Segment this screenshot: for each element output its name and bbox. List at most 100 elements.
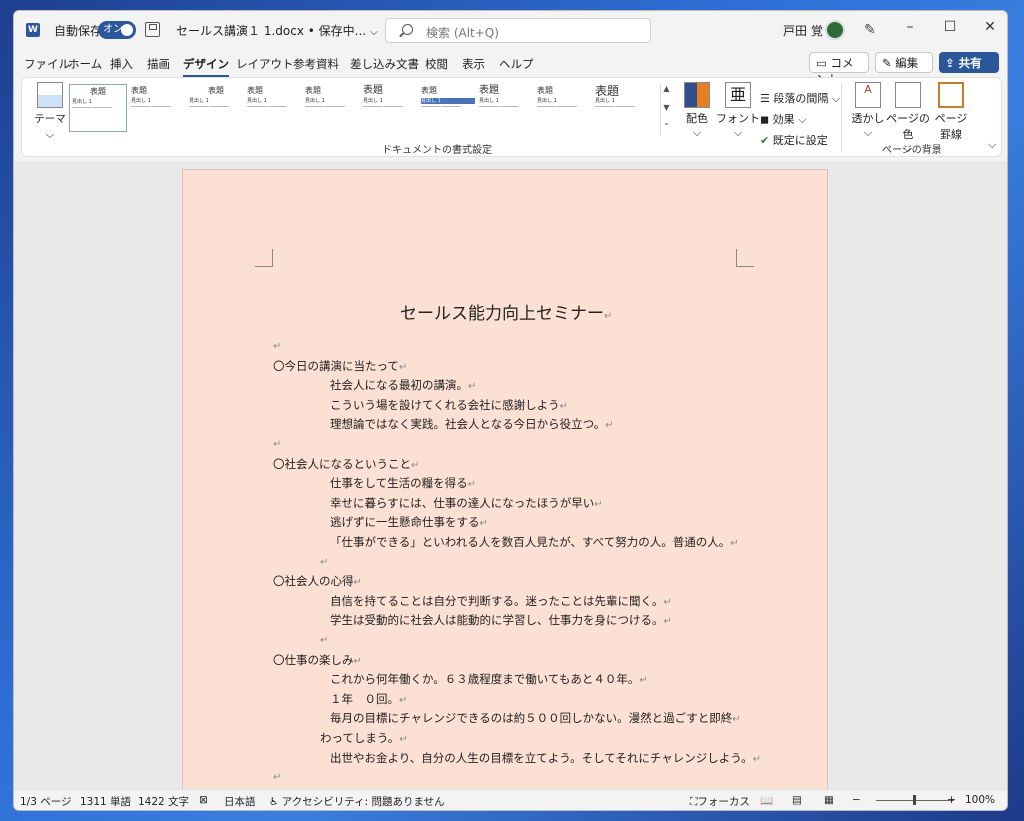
theme-button[interactable]: テーマ ⌵ bbox=[32, 82, 68, 142]
web-layout-icon[interactable]: ▦ bbox=[824, 794, 834, 806]
style-heading: 表題 bbox=[208, 86, 224, 95]
gallery-scroll[interactable]: ▲ ▼ ⌄ bbox=[660, 84, 672, 136]
autosave-toggle[interactable]: オン bbox=[98, 21, 136, 39]
document-line-text: 学生は受動的に社会人は能動的に学習し、仕事力を身につける。 bbox=[330, 613, 664, 627]
share-button[interactable]: ⇪ 共有 ⌵ bbox=[939, 52, 999, 85]
document-title[interactable]: セールス講演１ 1.docx • 保存中... ⌵ bbox=[176, 22, 378, 39]
maximize-button[interactable]: ☐ bbox=[939, 19, 961, 39]
scroll-up-icon[interactable]: ▲ bbox=[661, 84, 672, 93]
avatar[interactable] bbox=[825, 20, 845, 40]
word-count[interactable]: 1311 単語 bbox=[80, 794, 131, 809]
style-set-item[interactable]: 表題 見出し 1 ━━━━━━━━ ━━━━━━━━ bbox=[303, 84, 361, 132]
document-line-text: 出世やお金より、自分の人生の目標を立てよう。そしてそれにチャレンジしよう。 bbox=[330, 751, 753, 765]
close-button[interactable]: ✕ bbox=[979, 19, 1001, 39]
tab-draw[interactable]: 描画 bbox=[147, 56, 170, 72]
document-line-text: １年 ０回。 bbox=[330, 692, 399, 706]
effects-label: 効果 bbox=[772, 113, 795, 126]
edit-button[interactable]: ✎ 編集 ⌵ bbox=[875, 52, 933, 85]
style-heading: 表題 bbox=[421, 86, 437, 95]
search-icon bbox=[402, 24, 413, 35]
paragraph-mark: ↵ bbox=[639, 675, 648, 686]
effects-button[interactable]: ◼ 効果 ⌵ bbox=[760, 111, 806, 127]
paragraph-mark: ↵ bbox=[663, 616, 672, 627]
paragraph-mark: ↵ bbox=[604, 311, 613, 322]
style-heading: 表題 bbox=[305, 86, 321, 95]
collapse-ribbon-icon[interactable]: ⌵ bbox=[988, 138, 996, 152]
style-preview-lines: ━━━━━━━━ ━━━━━━━━ bbox=[72, 105, 112, 110]
chevron-down-icon: ⌵ bbox=[863, 126, 873, 139]
tab-layout[interactable]: レイアウト bbox=[236, 56, 294, 72]
document-line-text: 「仕事ができる」といわれる人を数百人見たが、すべて努力の人。普通の人。 bbox=[330, 535, 731, 549]
style-set-item[interactable]: 表題 見出し 1 ━━━━━━━━ ━━━━━━━━ bbox=[419, 84, 477, 132]
paragraph-spacing-button[interactable]: ☰ 段落の間隔 ⌵ bbox=[760, 90, 840, 106]
colors-label: 配色 bbox=[686, 112, 708, 125]
focus-button[interactable]: ⛶フォーカス bbox=[690, 794, 750, 809]
minimize-button[interactable]: – bbox=[899, 19, 921, 39]
page-borders-button[interactable]: ページ 罫線 bbox=[934, 82, 968, 142]
style-preview-lines: ━━━━━━━━ ━━━━━━━━ bbox=[421, 104, 461, 109]
print-layout-icon[interactable]: ▤ bbox=[792, 794, 802, 806]
search-box[interactable]: 検索 (Alt+Q) bbox=[385, 18, 651, 43]
read-mode-icon[interactable]: 📖 bbox=[760, 794, 773, 807]
accessibility-status[interactable]: ♿ アクセシビリティ: 問題ありません bbox=[269, 794, 445, 809]
style-set-item[interactable]: 表題 見出し 1 ━━━━━━━━ ━━━━━━━━ bbox=[187, 84, 245, 132]
document-line: 〇今日の講演に当たって↵ bbox=[273, 358, 407, 374]
style-preview-lines: ━━━━━━━━ ━━━━━━━━ bbox=[247, 104, 287, 109]
style-preview-lines: ━━━━━━━━ ━━━━━━━━ bbox=[363, 104, 403, 109]
watermark-button[interactable]: A 透かし ⌵ bbox=[850, 82, 886, 140]
user-name[interactable]: 戸田 覚 bbox=[783, 22, 823, 39]
save-icon[interactable] bbox=[145, 22, 160, 37]
document-line: こういう場を設けてくれる会社に感謝しよう↵ bbox=[330, 397, 568, 413]
edit-label: 編集 bbox=[895, 56, 919, 70]
char-count[interactable]: 1422 文字 bbox=[138, 794, 189, 809]
style-heading: 表題 bbox=[595, 84, 620, 98]
tab-home[interactable]: ホーム bbox=[68, 56, 102, 72]
style-set-item[interactable]: 表題 見出し 1 ━━━━━━━━ ━━━━━━━━ bbox=[69, 84, 127, 132]
style-set-item[interactable]: 表題 見出し 1 ━━━━━━━━ ━━━━━━━━ bbox=[477, 84, 535, 132]
paragraph-mark: ↵ bbox=[353, 656, 362, 667]
page-borders-label-2: 罫線 bbox=[940, 128, 962, 141]
document-line: ↵ bbox=[273, 338, 281, 352]
group-label-page-bg: ページの背景 bbox=[882, 145, 942, 156]
set-default-button[interactable]: ✔ 既定に設定 bbox=[760, 132, 828, 148]
style-heading: 表題 bbox=[363, 85, 383, 96]
style-set-item[interactable]: 表題 見出し 1 ━━━━━━━━ ━━━━━━━━ bbox=[593, 84, 651, 132]
tab-references[interactable]: 参考資料 bbox=[293, 56, 339, 72]
style-set-item[interactable]: 表題 見出し 1 ━━━━━━━━ ━━━━━━━━ bbox=[245, 84, 303, 132]
paragraph-mark: ↵ bbox=[320, 635, 329, 646]
tab-design[interactable]: デザイン bbox=[183, 56, 229, 77]
tab-view[interactable]: 表示 bbox=[462, 56, 485, 72]
tab-help[interactable]: ヘルプ bbox=[499, 56, 534, 72]
style-set-item[interactable]: 表題 見出し 1 ━━━━━━━━ ━━━━━━━━ bbox=[535, 84, 593, 132]
tab-insert[interactable]: 挿入 bbox=[110, 56, 133, 72]
tab-mailings[interactable]: 差し込み文書 bbox=[350, 56, 419, 72]
language[interactable]: 日本語 bbox=[224, 794, 256, 809]
zoom-in-button[interactable]: + bbox=[947, 794, 956, 806]
zoom-level[interactable]: 100% bbox=[965, 794, 995, 806]
style-set-item[interactable]: 表題 見出し 1 ━━━━━━━━ ━━━━━━━━ bbox=[361, 84, 419, 132]
title-bar: W 自動保存 オン セールス講演１ 1.docx • 保存中... ⌵ 検索 (A… bbox=[14, 11, 1007, 49]
tab-review[interactable]: 校閲 bbox=[425, 56, 448, 72]
document-page[interactable]: セールス能力向上セミナー↵ ↵ 〇今日の講演に当たって↵ 社会人になる最初の講演。↵… bbox=[182, 169, 828, 791]
paragraph-mark: ↵ bbox=[468, 381, 477, 392]
document-line: ↵ bbox=[320, 632, 328, 646]
chevron-down-icon: ⌵ bbox=[46, 129, 54, 141]
comment-button[interactable]: ▭ コメント bbox=[809, 52, 869, 86]
gallery-expand-icon[interactable]: ⌄ bbox=[661, 118, 672, 127]
margin-corner bbox=[255, 249, 273, 267]
paragraph-mark: ↵ bbox=[399, 695, 408, 706]
fonts-button[interactable]: 亜 フォント ⌵ bbox=[716, 82, 760, 140]
scroll-down-icon[interactable]: ▼ bbox=[661, 103, 672, 112]
page-count[interactable]: 1/3 ページ bbox=[20, 794, 72, 809]
tab-file[interactable]: ファイル bbox=[24, 56, 70, 72]
designer-pen-icon[interactable]: ✎ bbox=[864, 22, 876, 38]
style-preview-lines: ━━━━━━━━ ━━━━━━━━ bbox=[131, 104, 171, 109]
zoom-out-button[interactable]: − bbox=[852, 794, 861, 806]
document-line: 毎月の目標にチャレンジできるのは約５００回しかない。漫然と過ごすと即終↵ bbox=[330, 710, 741, 726]
proofing-icon[interactable]: ⊠ bbox=[199, 794, 208, 806]
style-set-item[interactable]: 表題 見出し 1 ━━━━━━━━ ━━━━━━━━ bbox=[129, 84, 187, 132]
zoom-slider-thumb[interactable] bbox=[913, 795, 916, 805]
colors-button[interactable]: 配色 ⌵ bbox=[682, 82, 712, 140]
document-title-text: セールス講演１ 1.docx • 保存中... bbox=[176, 24, 367, 38]
paragraph-mark: ↵ bbox=[594, 499, 603, 510]
